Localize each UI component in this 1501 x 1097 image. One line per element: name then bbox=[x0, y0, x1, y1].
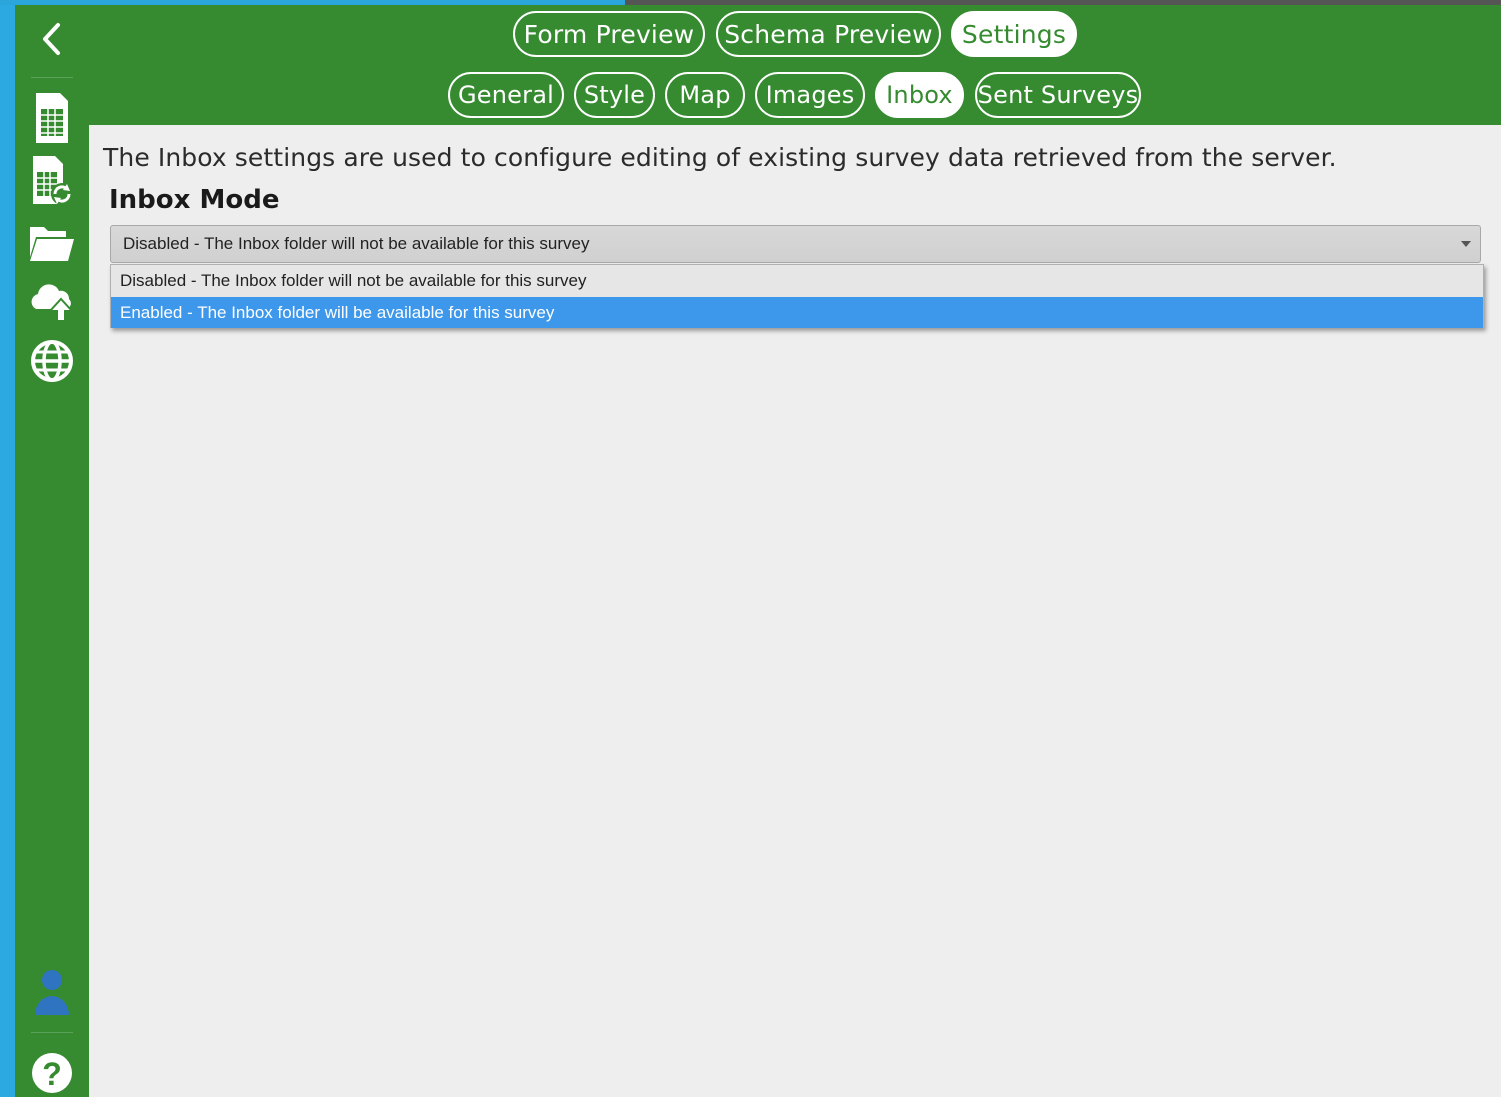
help-icon: ? bbox=[32, 1053, 72, 1093]
tab-form-preview[interactable]: Form Preview bbox=[513, 11, 705, 57]
inbox-mode-dropdown-list: Disabled - The Inbox folder will not be … bbox=[110, 264, 1484, 328]
tab-settings[interactable]: Settings bbox=[951, 11, 1077, 57]
inbox-mode-select[interactable]: Disabled - The Inbox folder will not be … bbox=[110, 225, 1481, 263]
help-button[interactable]: ? bbox=[15, 1045, 89, 1097]
sidebar-item-globe[interactable] bbox=[15, 335, 89, 387]
subtab-sent-surveys[interactable]: Sent Surveys bbox=[975, 72, 1141, 118]
dropdown-arrow-icon bbox=[1461, 241, 1471, 247]
user-icon bbox=[35, 970, 69, 1015]
subtab-map[interactable]: Map bbox=[665, 72, 745, 118]
globe-icon bbox=[31, 340, 73, 382]
tab-schema-preview[interactable]: Schema Preview bbox=[716, 11, 941, 57]
svg-text:?: ? bbox=[42, 1056, 62, 1092]
settings-content: The Inbox settings are used to configure… bbox=[89, 125, 1501, 1097]
sidebar-item-cloud-upload[interactable] bbox=[15, 275, 89, 325]
subtab-general[interactable]: General bbox=[448, 72, 564, 118]
sidebar-item-folder[interactable] bbox=[15, 217, 89, 267]
inbox-mode-label: Inbox Mode bbox=[109, 185, 280, 215]
app-window: ? Form Preview Schema Preview Settings G… bbox=[15, 5, 1501, 1097]
inbox-mode-selected-value: Disabled - The Inbox folder will not be … bbox=[123, 234, 590, 253]
inbox-description: The Inbox settings are used to configure… bbox=[103, 143, 1337, 172]
sidebar-item-spreadsheet[interactable] bbox=[15, 89, 89, 147]
option-enabled[interactable]: Enabled - The Inbox folder will be avail… bbox=[111, 297, 1483, 328]
user-button[interactable] bbox=[15, 963, 89, 1019]
back-icon bbox=[43, 23, 60, 55]
back-button[interactable] bbox=[15, 17, 89, 61]
cloud-upload-icon bbox=[31, 284, 75, 322]
header: Form Preview Schema Preview Settings Gen… bbox=[89, 5, 1501, 125]
sidebar-divider bbox=[31, 77, 73, 78]
sidebar: ? bbox=[15, 5, 89, 1097]
subtab-style[interactable]: Style bbox=[574, 72, 655, 118]
option-disabled[interactable]: Disabled - The Inbox folder will not be … bbox=[111, 265, 1483, 296]
subtab-inbox[interactable]: Inbox bbox=[875, 72, 964, 118]
spreadsheet-icon bbox=[36, 93, 68, 143]
sidebar-item-spreadsheet-refresh[interactable] bbox=[15, 151, 89, 211]
sidebar-divider-bottom bbox=[31, 1032, 73, 1033]
folder-icon bbox=[30, 227, 74, 261]
subtab-images[interactable]: Images bbox=[755, 72, 865, 118]
spreadsheet-refresh-icon bbox=[33, 156, 73, 205]
